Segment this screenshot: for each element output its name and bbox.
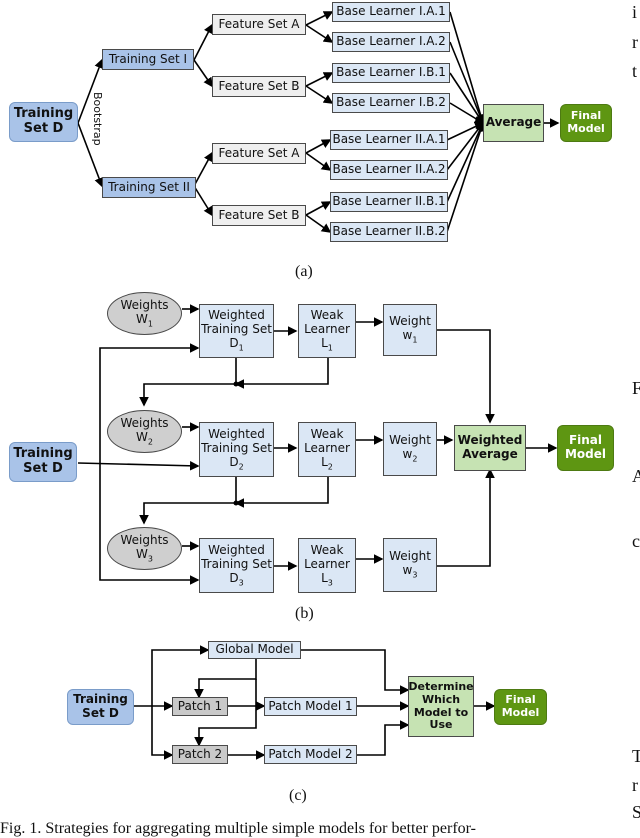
- patch-model-1-box: Patch Model 1: [264, 697, 357, 716]
- weighted-training-set-3: Weighted Training Set D3: [199, 538, 274, 593]
- training-set-d-c: Training Set D: [67, 689, 134, 725]
- final-model-c: Final Model: [494, 689, 547, 725]
- arrow: [193, 59, 213, 88]
- weighted-training-set-1: Weighted Training Set D1: [199, 304, 274, 358]
- base-learner: Base Learner I.B.2: [332, 93, 450, 113]
- feature-set-b-1: Feature Set B: [212, 76, 306, 97]
- bootstrap-label: Bootstrap: [91, 92, 104, 146]
- arrow: [193, 185, 213, 217]
- base-learner: Base Learner II.A.2: [330, 160, 448, 180]
- weights-1-ellipse: Weights W1: [107, 292, 182, 335]
- side-text-fragment: r: [632, 775, 638, 795]
- final-model-b: Final Model: [557, 425, 614, 471]
- patch-2-box: Patch 2: [172, 745, 228, 764]
- final-model-a: Final Model: [560, 104, 612, 142]
- feature-set-a-1: Feature Set A: [212, 14, 306, 35]
- arrow: [193, 151, 213, 187]
- weak-learner-3: Weak Learner L3: [298, 538, 356, 593]
- weight-1: Weight w1: [383, 304, 437, 356]
- figure-caption: Fig. 1. Strategies for aggregating multi…: [0, 820, 476, 837]
- junction-dot: [233, 500, 239, 506]
- base-learner: Base Learner I.A.1: [332, 2, 450, 22]
- patch-1-box: Patch 1: [172, 697, 228, 716]
- training-set-d-a: Training Set D: [9, 102, 78, 142]
- base-learner: Base Learner I.B.1: [332, 63, 450, 83]
- weak-learner-2: Weak Learner L2: [298, 422, 356, 477]
- side-text-fragment: i: [632, 2, 638, 22]
- junction-dot: [233, 381, 239, 387]
- weights-2-ellipse: Weights W2: [107, 410, 182, 453]
- side-text-fragment: t: [632, 61, 638, 81]
- training-set-1: Training Set I: [102, 49, 194, 70]
- weights-3-ellipse: Weights W3: [107, 527, 182, 570]
- training-set-d-b: Training Set D: [9, 442, 77, 482]
- panel-b-label: (b): [295, 605, 314, 622]
- weight-2: Weight w2: [383, 422, 437, 476]
- weighted-training-set-2: Weighted Training Set D2: [199, 422, 274, 477]
- panel-a-label: (a): [295, 263, 313, 280]
- side-text-fragment: S: [632, 802, 640, 822]
- average-box: Average: [483, 104, 544, 142]
- base-learner: Base Learner II.B.1: [330, 192, 448, 212]
- base-learner: Base Learner I.A.2: [332, 32, 450, 52]
- weighted-average-box: Weighted Average: [454, 425, 526, 471]
- side-text-fragment: c: [632, 531, 640, 551]
- patch-model-2-box: Patch Model 2: [264, 745, 357, 764]
- side-text-fragment: A: [632, 466, 640, 486]
- weak-learner-1: Weak Learner L1: [298, 304, 356, 358]
- side-text-fragment: F: [632, 378, 640, 398]
- panel-c-label: (c): [289, 787, 307, 804]
- feature-set-a-2: Feature Set A: [212, 143, 306, 164]
- base-learner: Base Learner II.A.1: [330, 130, 448, 150]
- training-set-2: Training Set II: [102, 177, 196, 198]
- determine-model-box: Determine Which Model to Use: [408, 676, 474, 737]
- side-text-fragment: T: [632, 746, 640, 766]
- global-model-box: Global Model: [208, 641, 301, 659]
- feature-set-b-2: Feature Set B: [212, 205, 306, 226]
- weight-3: Weight w3: [383, 538, 437, 592]
- arrow: [193, 23, 213, 61]
- side-text-fragment: r: [632, 32, 638, 52]
- base-learner: Base Learner II.B.2: [330, 222, 448, 242]
